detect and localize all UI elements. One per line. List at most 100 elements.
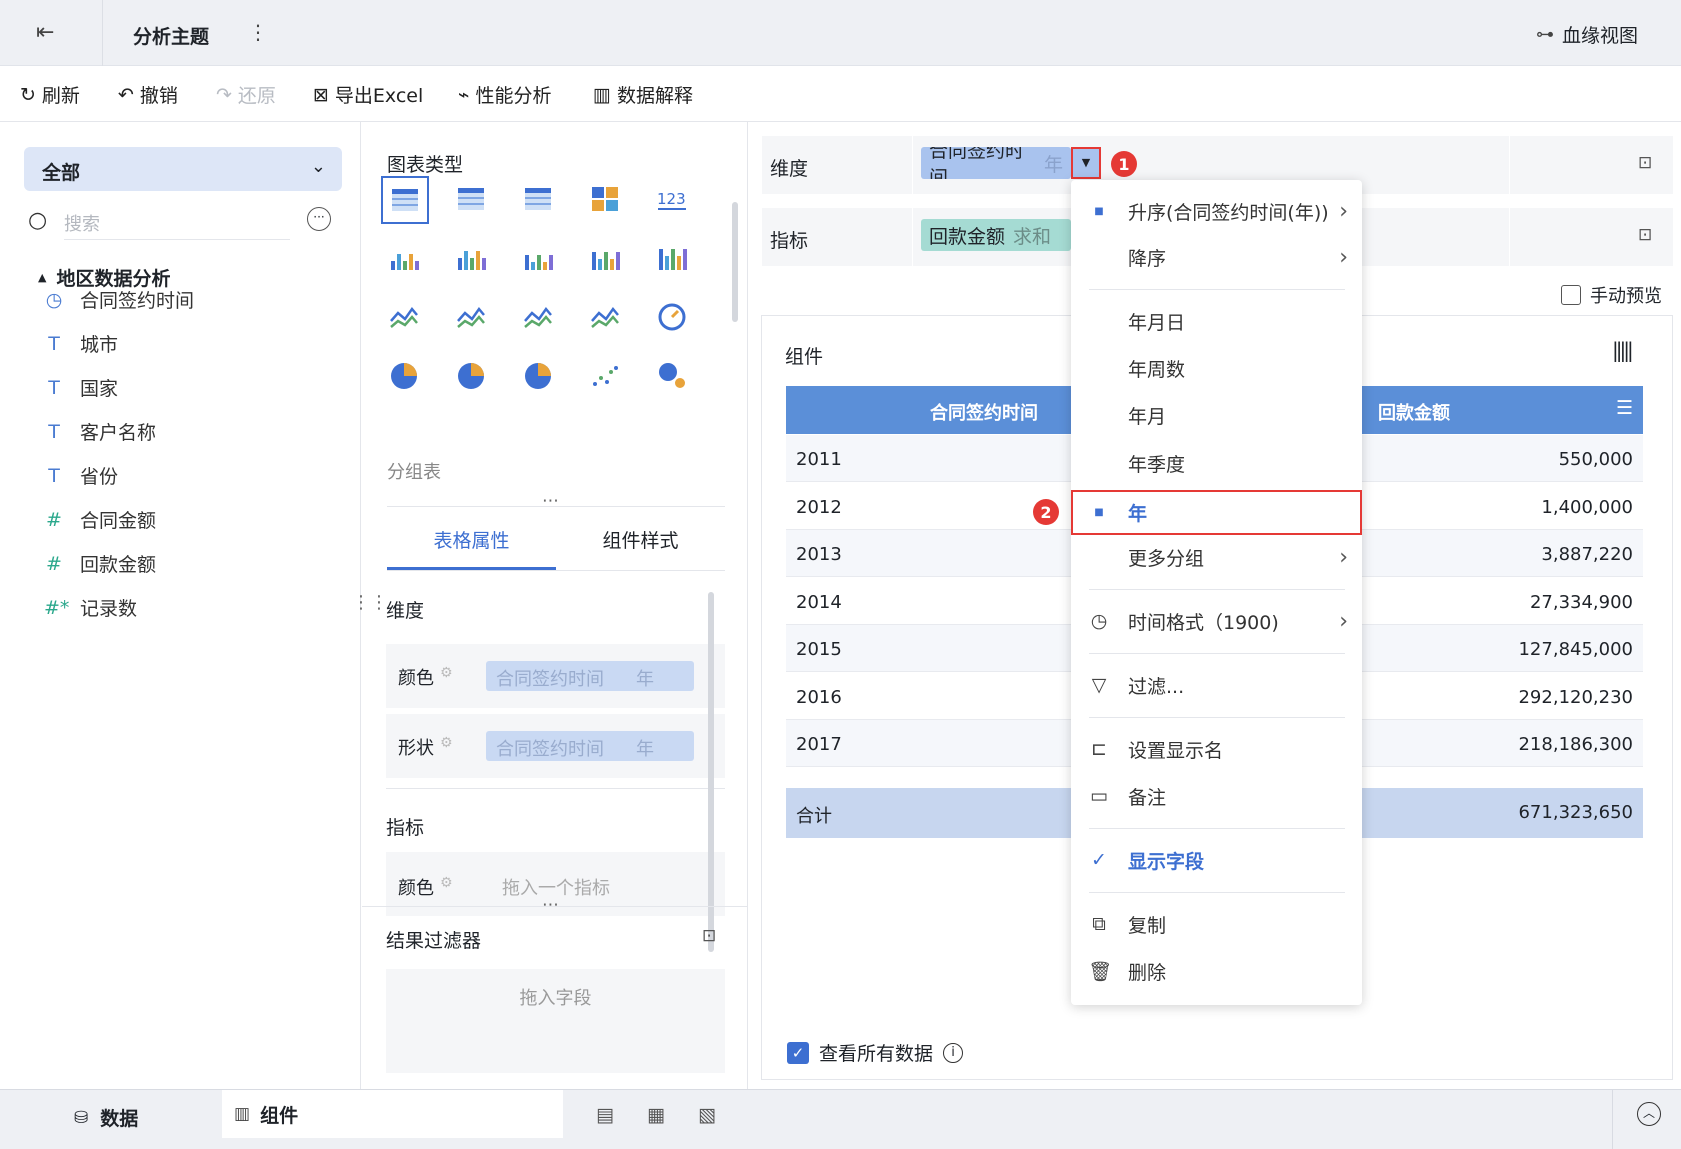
shape-field-pill[interactable]: 合同签约时间 年 xyxy=(486,731,694,761)
collapse-icon[interactable]: ︿ xyxy=(1637,1102,1661,1126)
manual-preview-checkbox[interactable]: 手动预览 xyxy=(1561,282,1662,308)
clock-icon: ◷ xyxy=(45,288,63,311)
field-item[interactable]: T 城市 xyxy=(44,330,118,357)
menu-yw[interactable]: 年周数 xyxy=(1071,348,1362,388)
dataset-select[interactable]: 全部 ⌄ xyxy=(24,147,342,191)
line-icon[interactable] xyxy=(385,298,423,336)
panel-resize-handle[interactable]: ⋮⋮ xyxy=(352,592,388,613)
menu-sort-desc[interactable]: 降序 › xyxy=(1071,237,1362,277)
export-excel-button[interactable]: ⊠ 导出Excel xyxy=(313,81,423,108)
amount-cell: 550,000 xyxy=(1558,449,1633,470)
year-cell: 2011 xyxy=(796,449,842,470)
kpi-card-icon[interactable] xyxy=(586,180,624,218)
menu-delete[interactable]: 🗑 删除 xyxy=(1071,951,1362,991)
field-item[interactable]: ◷ 合同签约时间 xyxy=(44,286,194,313)
scrollbar[interactable] xyxy=(732,202,738,322)
bubble-icon[interactable] xyxy=(653,357,691,395)
svg-text:123: 123 xyxy=(657,190,686,208)
metric-section-label: 指标 xyxy=(386,817,425,839)
undo-button[interactable]: ↶ 撤销 xyxy=(118,81,178,108)
number-card-icon[interactable]: 123 xyxy=(653,180,691,218)
gauge-icon[interactable] xyxy=(653,298,691,336)
filter-drop-zone[interactable]: 拖入字段 xyxy=(386,969,725,1073)
scrollbar[interactable] xyxy=(708,592,714,952)
menu-show-field[interactable]: ✓ 显示字段 xyxy=(1071,840,1362,880)
redo-button[interactable]: ↷ 还原 xyxy=(216,81,276,108)
amount-cell: 3,887,220 xyxy=(1541,544,1633,565)
step-badge-1: 1 xyxy=(1111,151,1137,177)
menu-sort-asc[interactable]: ■ 升序(合同签约时间(年)) › xyxy=(1071,191,1362,231)
back-icon[interactable]: ⇤ xyxy=(36,20,54,45)
tab-data[interactable]: ⛁ 数据 xyxy=(74,1104,138,1131)
donut-icon[interactable] xyxy=(519,357,557,395)
info-icon[interactable]: i xyxy=(943,1042,964,1063)
sort-icon[interactable]: ☰ xyxy=(1616,397,1633,419)
grouped-table-icon[interactable] xyxy=(381,176,429,224)
briefcase-icon[interactable]: ⊡ xyxy=(1638,153,1652,173)
search-icon: ○ xyxy=(28,208,48,233)
briefcase-icon[interactable]: ⊡ xyxy=(702,926,716,946)
settings-icon[interactable]: ⚙ xyxy=(440,735,453,751)
field-item[interactable]: T 省份 xyxy=(44,462,118,489)
field-item[interactable]: T 客户名称 xyxy=(44,418,156,445)
tab-component[interactable]: ▥ 组件 xyxy=(222,1090,563,1138)
options-icon[interactable]: ··· xyxy=(307,207,331,231)
add-chart-icon[interactable]: ▤ xyxy=(596,1104,614,1126)
menu-copy[interactable]: ⧉ 复制 xyxy=(1071,904,1362,944)
cross-table-icon[interactable] xyxy=(452,180,490,218)
performance-button[interactable]: ⌁ 性能分析 xyxy=(458,81,551,108)
more-icon[interactable]: ⋮ xyxy=(248,20,268,44)
explain-button[interactable]: ▥ 数据解释 xyxy=(593,81,693,108)
drag-handle-icon[interactable]: ⋯ xyxy=(542,895,559,915)
menu-filter[interactable]: ▽ 过滤... xyxy=(1071,665,1362,705)
add-text-icon[interactable]: ▧ xyxy=(698,1104,716,1126)
lineage-icon: ⊶ xyxy=(1536,24,1554,45)
trash-icon: 🗑 xyxy=(1088,960,1113,983)
briefcase-icon[interactable]: ⊡ xyxy=(1638,225,1652,245)
dimension-field-pill[interactable]: 合同签约时间 年 xyxy=(921,147,1071,179)
radar-icon[interactable] xyxy=(519,298,557,336)
lineage-view-button[interactable]: ⊶ 血缘视图 xyxy=(1536,21,1638,48)
multi-bar-icon[interactable] xyxy=(452,239,490,277)
menu-more-groups[interactable]: 更多分组 › xyxy=(1071,537,1362,577)
menu-set-alias[interactable]: ⊏ 设置显示名 xyxy=(1071,729,1362,769)
tab-component-style[interactable]: 组件样式 xyxy=(556,518,725,570)
view-all-checkbox[interactable]: ✓ 查看所有数据 i xyxy=(787,1039,964,1066)
field-item[interactable]: T 国家 xyxy=(44,374,118,401)
settings-icon[interactable]: ⚙ xyxy=(440,665,453,681)
dimension-dropdown-button[interactable]: ▼ xyxy=(1071,147,1101,179)
menu-time-format[interactable]: ◷ 时间格式（1900) › xyxy=(1071,601,1362,641)
tab-table-props[interactable]: 表格属性 xyxy=(387,518,556,570)
area-icon[interactable] xyxy=(586,298,624,336)
menu-year[interactable]: ■ 年 xyxy=(1071,490,1362,535)
detail-table-icon[interactable] xyxy=(519,180,557,218)
settings-icon[interactable]: ⚙ xyxy=(440,875,453,891)
result-filter-title: 结果过滤器 xyxy=(386,930,482,952)
bar-icon[interactable] xyxy=(519,239,557,277)
scatter-icon[interactable] xyxy=(586,357,624,395)
waterfall-icon[interactable] xyxy=(653,239,691,277)
field-item[interactable]: # 回款金额 xyxy=(44,550,156,577)
menu-yq[interactable]: 年季度 xyxy=(1071,443,1362,483)
barcode-icon[interactable]: ||||| xyxy=(1612,338,1634,362)
menu-ym[interactable]: 年月 xyxy=(1071,395,1362,435)
search-input[interactable]: 搜索 xyxy=(64,210,290,240)
metric-field-pill[interactable]: 回款金额 求和 xyxy=(921,219,1071,251)
field-item[interactable]: #* 记录数 xyxy=(44,594,137,621)
add-table-icon[interactable]: ▦ xyxy=(647,1104,665,1126)
color-field-pill[interactable]: 合同签约时间 年 xyxy=(486,661,694,691)
radar-line-icon[interactable] xyxy=(452,298,490,336)
pie-icon[interactable] xyxy=(385,357,423,395)
menu-note[interactable]: ▭ 备注 xyxy=(1071,776,1362,816)
bullet-icon: ■ xyxy=(1094,205,1104,217)
field-item[interactable]: # 合同金额 xyxy=(44,506,156,533)
menu-ymd[interactable]: 年月日 xyxy=(1071,301,1362,341)
color-row: 颜色 ⚙ 合同签约时间 年 xyxy=(386,644,725,708)
copy-icon: ⧉ xyxy=(1092,913,1106,935)
range-bar-icon[interactable] xyxy=(586,239,624,277)
explain-icon: ▥ xyxy=(593,83,611,106)
rose-pie-icon[interactable] xyxy=(452,357,490,395)
drag-handle-icon[interactable]: ⋯ xyxy=(542,491,559,511)
stacked-bar-icon[interactable] xyxy=(385,239,423,277)
refresh-button[interactable]: ↻ 刷新 xyxy=(20,81,80,108)
